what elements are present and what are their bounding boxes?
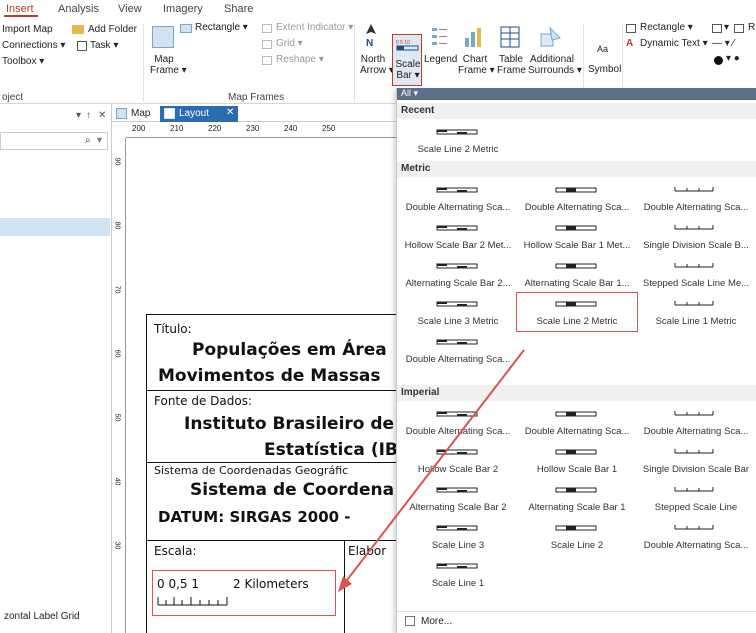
annotation-arrow [338, 349, 525, 592]
